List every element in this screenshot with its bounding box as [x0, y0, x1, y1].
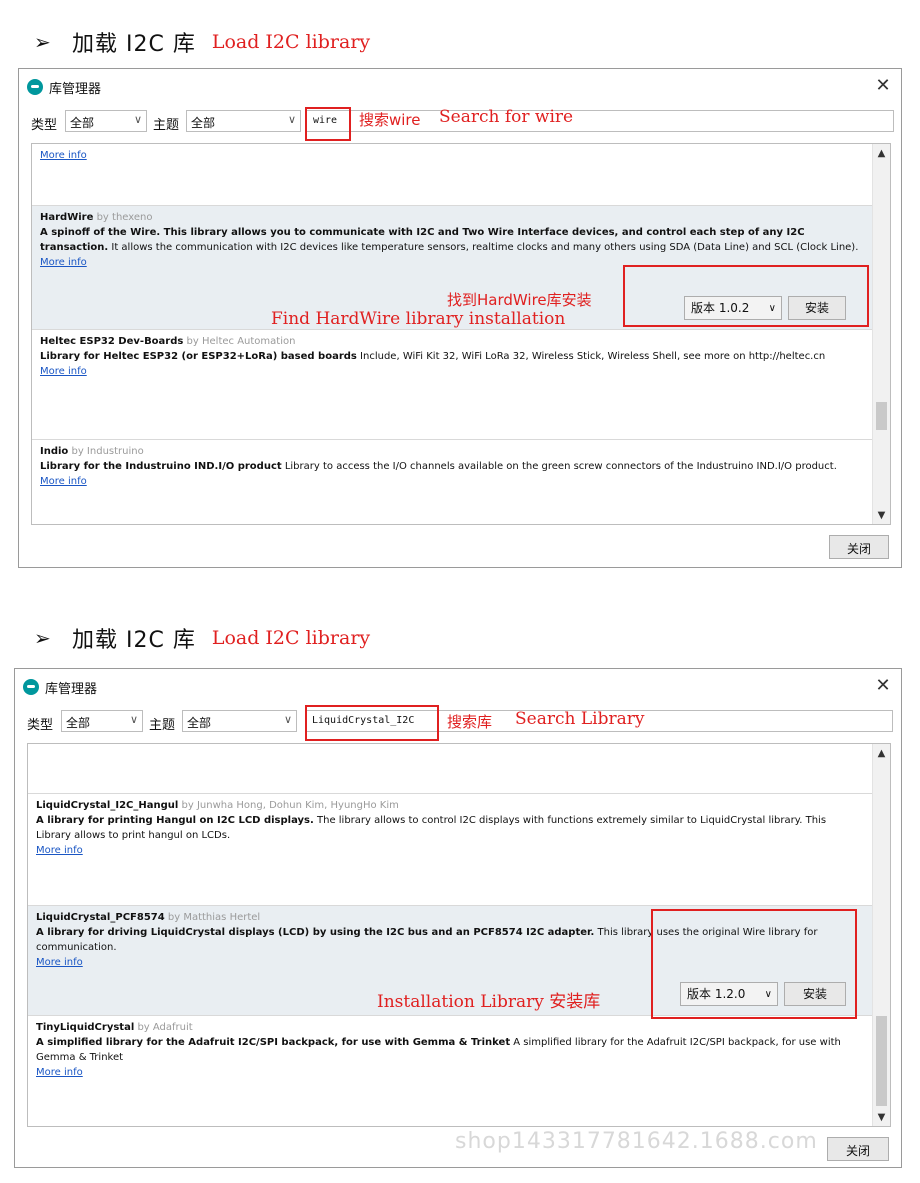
more-info-link[interactable]: More info	[40, 150, 87, 161]
scroll-up-icon[interactable]: ▲	[873, 748, 890, 759]
annotation-zh: 搜索库	[447, 713, 493, 731]
bullet-arrow-icon: ➢	[34, 626, 51, 650]
list-item: More info	[32, 144, 872, 206]
library-manager-window: 库管理器 ✕ 类型 全部 ∨ 主题 全部 ∨ wire 搜索wire Searc…	[18, 68, 902, 568]
more-info-link[interactable]: More info	[40, 476, 87, 487]
more-info-link[interactable]: More info	[40, 366, 87, 377]
scroll-thumb[interactable]	[876, 1016, 887, 1106]
title-bar: 库管理器 ✕	[15, 669, 901, 705]
scroll-down-icon[interactable]: ▼	[873, 510, 890, 521]
section-heading: ➢ 加载 I2C 库 Load I2C library	[34, 622, 370, 654]
more-info-link[interactable]: More info	[36, 845, 83, 856]
library-author: by Heltec Automation	[186, 336, 296, 347]
bullet-arrow-icon: ➢	[34, 30, 51, 54]
more-info-link[interactable]: More info	[36, 957, 83, 968]
type-select[interactable]: 全部 ∨	[65, 110, 147, 132]
more-info-link[interactable]: More info	[40, 257, 87, 268]
window-title: 库管理器	[49, 82, 102, 97]
annotation-zh: 搜索wire	[359, 111, 421, 129]
type-value: 全部	[70, 116, 95, 130]
library-author: by thexeno	[96, 212, 153, 223]
scroll-down-icon[interactable]: ▼	[873, 1112, 890, 1123]
library-author: by Matthias Hertel	[167, 912, 261, 923]
library-author: by Adafruit	[137, 1022, 193, 1033]
topic-value: 全部	[191, 116, 216, 130]
type-label: 类型	[27, 718, 54, 733]
library-description: Library for the Industruino IND.I/O prod…	[40, 461, 837, 472]
section-heading: ➢ 加载 I2C 库 Load I2C library	[34, 26, 370, 58]
library-description: A simplified library for the Adafruit I2…	[36, 1037, 841, 1063]
list-item-indio[interactable]: Indio by Industruino Library for the Ind…	[32, 440, 872, 524]
heading-zh: 加载 I2C 库	[72, 628, 196, 653]
library-description: A spinoff of the Wire. This library allo…	[40, 227, 859, 253]
list-item-heltec[interactable]: Heltec ESP32 Dev-Boards by Heltec Automa…	[32, 330, 872, 440]
close-button[interactable]: 关闭	[827, 1137, 889, 1161]
library-author: by Industruino	[71, 446, 144, 457]
list-item	[28, 744, 872, 794]
close-button[interactable]: 关闭	[829, 535, 889, 559]
annotation-install: Installation Library 安装库	[377, 992, 601, 1012]
annotation-zh: 找到HardWire库安装	[447, 291, 592, 309]
search-highlight-box	[305, 705, 439, 741]
library-name: TinyLiquidCrystal	[36, 1022, 135, 1033]
close-icon[interactable]: ✕	[873, 75, 893, 96]
type-label: 类型	[31, 118, 58, 133]
install-highlight-box	[623, 265, 869, 327]
topic-select[interactable]: 全部 ∨	[186, 110, 301, 132]
library-name: HardWire	[40, 212, 94, 223]
list-item-tinyliquidcrystal[interactable]: TinyLiquidCrystal by Adafruit A simplifi…	[28, 1016, 872, 1126]
scroll-thumb[interactable]	[876, 402, 887, 430]
chevron-down-icon: ∨	[287, 113, 296, 126]
title-bar: 库管理器 ✕	[19, 69, 901, 105]
scrollbar[interactable]: ▲ ▼	[872, 144, 890, 524]
arduino-icon	[27, 79, 43, 95]
topic-label: 主题	[153, 118, 180, 133]
library-name: Indio	[40, 446, 69, 457]
library-author: by Junwha Hong, Dohun Kim, HyungHo Kim	[181, 800, 399, 811]
topic-value: 全部	[187, 716, 212, 730]
scrollbar[interactable]: ▲ ▼	[872, 744, 890, 1126]
type-value: 全部	[66, 716, 91, 730]
close-icon[interactable]: ✕	[873, 675, 893, 696]
watermark-text: shop143317781642.1688.com	[455, 1129, 818, 1154]
topic-label: 主题	[149, 718, 176, 733]
library-description: Library for Heltec ESP32 (or ESP32+LoRa)…	[40, 351, 826, 362]
window-title: 库管理器	[45, 682, 98, 697]
library-name: Heltec ESP32 Dev-Boards	[40, 336, 184, 347]
heading-zh: 加载 I2C 库	[72, 32, 196, 57]
heading-en: Load I2C library	[211, 31, 371, 53]
annotation-en: Find HardWire library installation	[271, 309, 566, 329]
library-name: LiquidCrystal_PCF8574	[36, 912, 165, 923]
library-description: A library for printing Hangul on I2C LCD…	[36, 815, 827, 841]
arduino-icon	[23, 679, 39, 695]
chevron-down-icon: ∨	[283, 713, 292, 726]
install-highlight-box	[651, 909, 857, 1019]
library-name: LiquidCrystal_I2C_Hangul	[36, 800, 179, 811]
library-list: More info HardWire by thexeno A spinoff …	[31, 143, 891, 525]
annotation-en: Search for wire	[439, 107, 574, 127]
scroll-up-icon[interactable]: ▲	[873, 148, 890, 159]
heading-en: Load I2C library	[211, 627, 371, 649]
topic-select[interactable]: 全部 ∨	[182, 710, 297, 732]
more-info-link[interactable]: More info	[36, 1067, 83, 1078]
library-manager-window: 库管理器 ✕ 类型 全部 ∨ 主题 全部 ∨ LiquidCrystal_I2C…	[14, 668, 902, 1168]
chevron-down-icon: ∨	[129, 713, 138, 726]
chevron-down-icon: ∨	[133, 113, 142, 126]
list-item-hangul[interactable]: LiquidCrystal_I2C_Hangul by Junwha Hong,…	[28, 794, 872, 906]
type-select[interactable]: 全部 ∨	[61, 710, 143, 732]
search-highlight-box	[305, 107, 351, 141]
annotation-en: Search Library	[515, 709, 645, 729]
